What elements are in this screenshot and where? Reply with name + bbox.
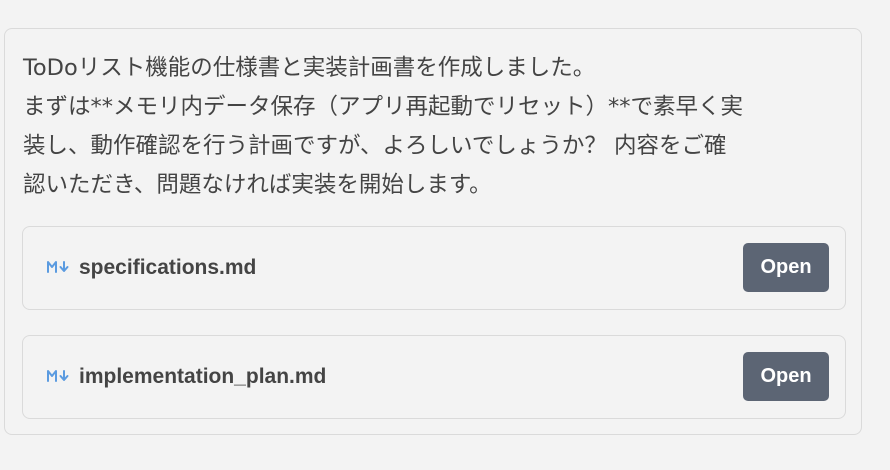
file-attachment-implementation-plan[interactable]: implementation_plan.md Open	[22, 335, 846, 419]
open-button[interactable]: Open	[743, 243, 829, 292]
message-line: ToDoリスト機能の仕様書と実装計画書を作成しました。	[23, 55, 596, 81]
message-line: 認いただき、問題なければ実装を開始します。	[23, 172, 492, 198]
message-line: まずは**メモリ内データ保存（アプリ再起動でリセット）**で素早く実	[23, 94, 744, 120]
markdown-icon	[47, 261, 69, 273]
markdown-icon	[47, 370, 69, 382]
file-name: specifications.md	[79, 256, 257, 279]
message-line: 装し、動作確認を行う計画ですが、よろしいでしょうか？ 内容をご確	[23, 133, 727, 159]
file-name: implementation_plan.md	[79, 365, 327, 388]
assistant-message-card: ToDoリスト機能の仕様書と実装計画書を作成しました。 まずは**メモリ内データ…	[4, 28, 862, 435]
message-text: ToDoリスト機能の仕様書と実装計画書を作成しました。 まずは**メモリ内データ…	[23, 49, 849, 205]
file-attachment-specifications[interactable]: specifications.md Open	[22, 226, 846, 310]
open-button[interactable]: Open	[743, 352, 829, 401]
